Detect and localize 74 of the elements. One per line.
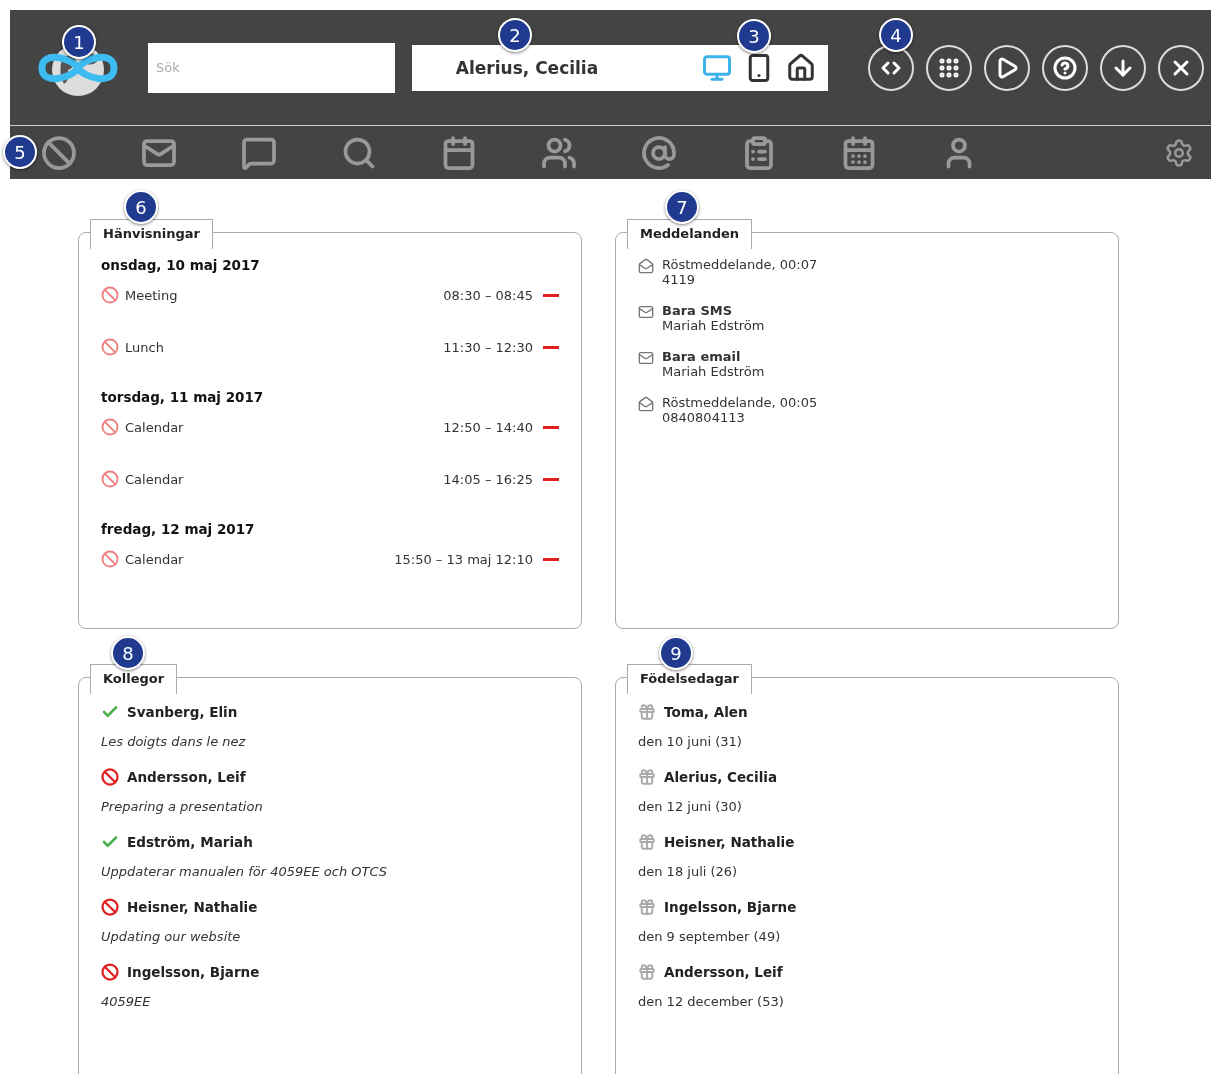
colleague-status: Uppdaterar manualen för 4059EE och OTCS bbox=[101, 864, 389, 881]
close-button[interactable] bbox=[1158, 44, 1204, 91]
colleague-name: Edström, Mariah bbox=[127, 834, 253, 850]
date-heading: onsdag, 10 maj 2017 bbox=[101, 257, 261, 273]
unavailable-icon bbox=[101, 470, 119, 488]
gift-icon bbox=[638, 833, 656, 851]
remove-icon[interactable] bbox=[543, 425, 559, 429]
gift-icon bbox=[638, 898, 656, 916]
birthday-date: den 12 december (53) bbox=[638, 994, 785, 1011]
birthday-name: Heisner, Nathalie bbox=[664, 834, 795, 850]
message-title: Bara email bbox=[662, 349, 742, 364]
appointment-label: Calendar bbox=[125, 419, 185, 435]
message-sender: Mariah Edström bbox=[662, 364, 765, 379]
open-envelope-icon bbox=[638, 396, 654, 412]
birthday-name: Toma, Alen bbox=[664, 704, 748, 720]
birthday-name: Andersson, Leif bbox=[664, 964, 783, 980]
appointment-label: Calendar bbox=[125, 471, 185, 487]
birthday-date: den 12 juni (30) bbox=[638, 799, 743, 816]
remove-icon[interactable] bbox=[543, 477, 559, 481]
appointment-time: 15:50 – 13 maj 12:10 bbox=[394, 551, 533, 567]
user-name: Alerius, Cecilia bbox=[454, 57, 600, 78]
message-sender: 0840804113 bbox=[662, 410, 746, 425]
colleague-status: 4059EE bbox=[101, 994, 152, 1011]
unavailable-icon bbox=[101, 338, 119, 356]
gift-icon bbox=[638, 703, 656, 721]
open-envelope-icon bbox=[638, 258, 654, 274]
appointment-label: Calendar bbox=[125, 551, 185, 567]
appointment-time: 11:30 – 12:30 bbox=[443, 339, 533, 355]
birthday-date: den 18 juli (26) bbox=[638, 864, 739, 881]
gift-icon bbox=[638, 768, 656, 786]
birthday-name: Alerius, Cecilia bbox=[664, 769, 778, 785]
callout-badge: 8 bbox=[111, 636, 145, 670]
callout-badge: 5 bbox=[3, 135, 37, 169]
message-sender: 4119 bbox=[662, 272, 697, 287]
apps-button[interactable] bbox=[926, 44, 972, 91]
appointment-time: 12:50 – 14:40 bbox=[443, 419, 533, 435]
callout-badge: 9 bbox=[659, 636, 693, 670]
envelope-icon bbox=[638, 350, 654, 366]
message-sender: Mariah Edström bbox=[662, 318, 765, 333]
appointment-label: Meeting bbox=[125, 287, 179, 303]
colleague-name: Andersson, Leif bbox=[127, 769, 246, 785]
envelope-icon bbox=[638, 304, 654, 320]
date-heading: fredag, 12 maj 2017 bbox=[101, 521, 256, 537]
birthday-name: Ingelsson, Bjarne bbox=[664, 899, 797, 915]
message-title: Bara SMS bbox=[662, 303, 734, 318]
colleague-name: Ingelsson, Bjarne bbox=[127, 964, 260, 980]
birthday-date: den 10 juni (31) bbox=[638, 734, 743, 751]
unavailable-icon bbox=[101, 418, 119, 436]
remove-icon[interactable] bbox=[543, 557, 559, 561]
colleague-name: Svanberg, Elin bbox=[127, 704, 238, 720]
colleague-status: Les doigts dans le nez bbox=[101, 734, 247, 751]
appointment-time: 08:30 – 08:45 bbox=[443, 287, 533, 303]
home-icon[interactable] bbox=[786, 52, 816, 83]
callout-badge: 6 bbox=[124, 190, 158, 224]
message-title: Röstmeddelande, 00:05 bbox=[662, 395, 818, 410]
help-button[interactable] bbox=[1042, 44, 1088, 91]
colleague-status: Preparing a presentation bbox=[101, 799, 264, 816]
unavailable-icon bbox=[101, 550, 119, 568]
remove-icon[interactable] bbox=[543, 293, 559, 297]
gift-icon bbox=[638, 963, 656, 981]
message-title: Röstmeddelande, 00:07 bbox=[662, 257, 818, 272]
colleague-name: Heisner, Nathalie bbox=[127, 899, 258, 915]
birthday-date: den 9 september (49) bbox=[638, 929, 782, 946]
date-heading: torsdag, 11 maj 2017 bbox=[101, 389, 265, 405]
help-icon bbox=[1053, 55, 1077, 80]
colleague-status: Updating our website bbox=[101, 929, 242, 946]
remove-icon[interactable] bbox=[543, 345, 559, 349]
download-button[interactable] bbox=[1100, 44, 1146, 91]
appointment-label: Lunch bbox=[125, 339, 165, 355]
appointment-time: 14:05 – 16:25 bbox=[443, 471, 533, 487]
callout-badge: 7 bbox=[665, 190, 699, 224]
search-field[interactable]: Sök bbox=[148, 42, 395, 93]
play-button[interactable] bbox=[984, 44, 1030, 91]
unavailable-icon bbox=[101, 286, 119, 304]
